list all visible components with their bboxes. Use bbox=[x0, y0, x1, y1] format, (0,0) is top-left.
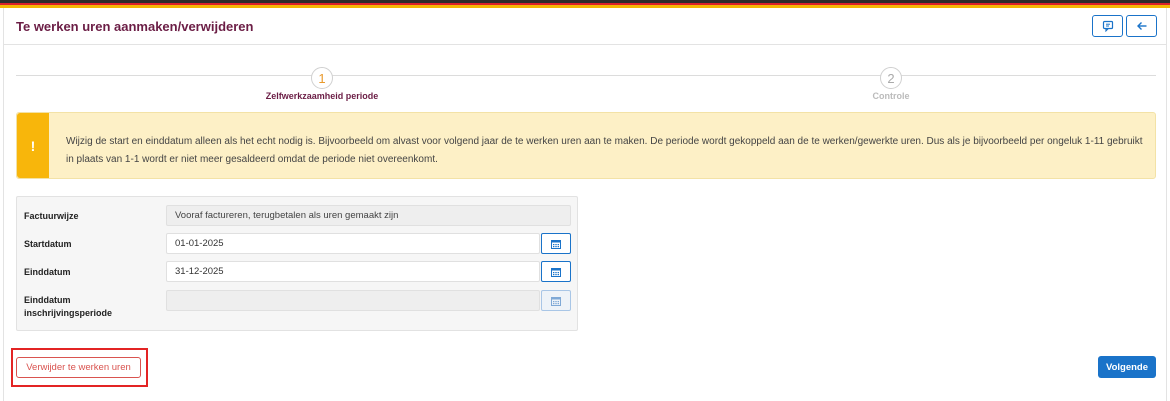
stepper-line bbox=[16, 75, 1156, 76]
warning-icon: ! bbox=[17, 113, 49, 178]
einddatum-label: Einddatum bbox=[24, 267, 71, 277]
step-1-number: 1 bbox=[311, 67, 333, 89]
step-1-label: Zelfwerkzaamheid periode bbox=[265, 91, 379, 101]
einddatum-inschrijving-input bbox=[166, 290, 540, 311]
card-header: Te werken uren aanmaken/verwijderen bbox=[4, 8, 1166, 45]
einddatum-input[interactable]: 31-12-2025 bbox=[166, 261, 540, 282]
arrow-left-icon bbox=[1136, 22, 1146, 30]
warning-text: Wijzig de start en einddatum alleen als … bbox=[66, 136, 1143, 165]
einddatum-calendar-button[interactable] bbox=[541, 261, 571, 282]
factuurwijze-field: Vooraf factureren, terugbetalen als uren… bbox=[166, 205, 571, 226]
period-form: Factuurwijze Vooraf factureren, terugbet… bbox=[16, 196, 578, 331]
warning-alert: ! Wijzig de start en einddatum alleen al… bbox=[16, 112, 1156, 179]
delete-hours-button[interactable]: Verwijder te werken uren bbox=[16, 357, 141, 378]
startdatum-calendar-button[interactable] bbox=[541, 233, 571, 254]
step-2-number: 2 bbox=[880, 67, 902, 89]
factuurwijze-label: Factuurwijze bbox=[24, 211, 79, 221]
startdatum-input[interactable]: 01-01-2025 bbox=[166, 233, 540, 254]
page-title: Te werken uren aanmaken/verwijderen bbox=[16, 19, 254, 34]
main-card: Te werken uren aanmaken/verwijderen 1 Ze… bbox=[3, 8, 1167, 401]
calendar-icon bbox=[551, 267, 561, 277]
chat-icon bbox=[1102, 20, 1113, 32]
brand-stripe bbox=[0, 0, 1170, 8]
next-button[interactable]: Volgende bbox=[1098, 356, 1156, 378]
back-button[interactable] bbox=[1126, 15, 1157, 37]
step-2-label: Controle bbox=[872, 91, 910, 101]
startdatum-label: Startdatum bbox=[24, 239, 72, 249]
einddatum-inschrijving-calendar-button bbox=[541, 290, 571, 311]
calendar-icon bbox=[551, 296, 561, 306]
chat-button[interactable] bbox=[1092, 15, 1123, 37]
einddatum-inschrijving-label: Einddatum inschrijvingsperiode bbox=[24, 295, 113, 318]
calendar-icon bbox=[551, 239, 561, 249]
